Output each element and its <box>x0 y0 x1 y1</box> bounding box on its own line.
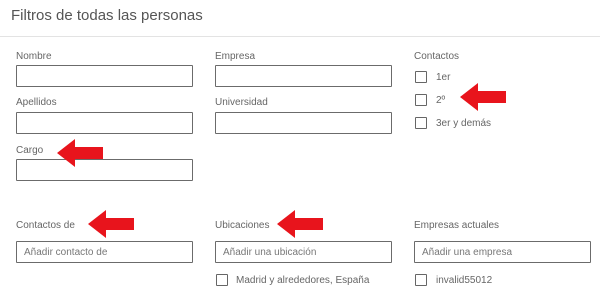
arrow-annotation-icon <box>88 210 134 238</box>
nombre-input[interactable] <box>16 65 193 87</box>
ubicaciones-input[interactable] <box>215 241 392 263</box>
apellidos-input[interactable] <box>16 112 193 134</box>
empresa-input[interactable] <box>215 65 392 87</box>
empresa-label: Empresa <box>215 51 256 62</box>
apellidos-label: Apellidos <box>16 97 57 108</box>
empresas-actuales-input[interactable] <box>414 241 591 263</box>
ubicaciones-label: Ubicaciones <box>215 220 270 231</box>
cargo-input[interactable] <box>16 159 193 181</box>
ubicacion-madrid-label: Madrid y alrededores, España <box>236 275 370 286</box>
contactos-3er-checkbox[interactable] <box>415 117 427 129</box>
arrow-annotation-icon <box>460 83 506 111</box>
arrow-annotation-icon <box>57 139 103 167</box>
empresa-invalid-label: invalid55012 <box>436 275 493 286</box>
arrow-annotation-icon <box>277 210 323 238</box>
contactos-3er-label: 3er y demás <box>436 118 492 129</box>
header-divider <box>0 36 600 37</box>
empresa-invalid-checkbox[interactable] <box>415 274 427 286</box>
universidad-input[interactable] <box>215 112 392 134</box>
contactos-2o-label: 2º <box>436 95 446 106</box>
contactos-2o-checkbox[interactable] <box>415 94 427 106</box>
ubicacion-madrid-checkbox[interactable] <box>216 274 228 286</box>
contactos-de-input[interactable] <box>16 241 193 263</box>
contactos-1er-checkbox[interactable] <box>415 71 427 83</box>
empresas-actuales-label: Empresas actuales <box>414 220 500 231</box>
nombre-label: Nombre <box>16 51 52 62</box>
panel-title: Filtros de todas las personas <box>11 7 203 24</box>
cargo-label: Cargo <box>16 145 44 156</box>
contactos-de-label: Contactos de <box>16 220 75 231</box>
contactos-label: Contactos <box>414 51 460 62</box>
universidad-label: Universidad <box>215 97 268 108</box>
contactos-1er-label: 1er <box>436 72 451 83</box>
